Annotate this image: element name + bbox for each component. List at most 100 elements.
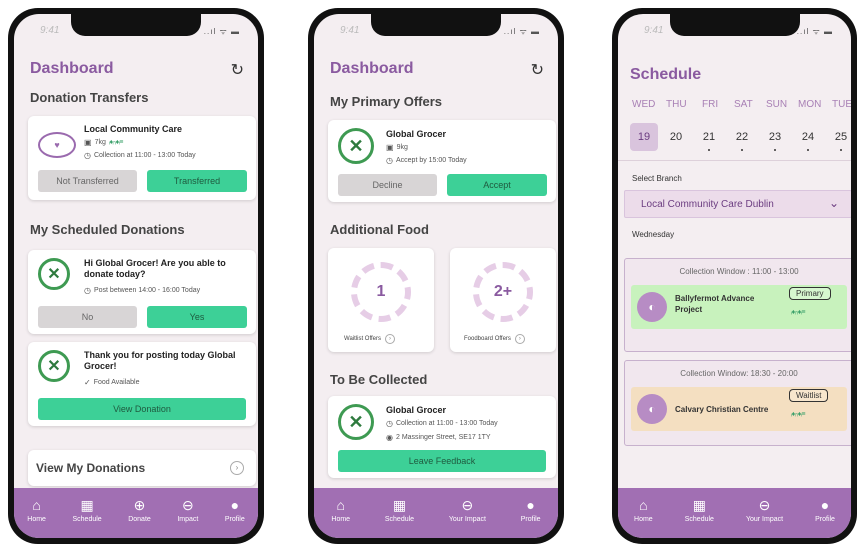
waitlist-badge: Waitlist	[789, 389, 829, 402]
tab-home[interactable]: ⌂ Home	[331, 497, 350, 523]
tab-label: Schedule	[684, 516, 714, 523]
view-my-donations-row[interactable]: View My Donations ›	[28, 450, 256, 486]
location-pin-icon: ◉	[386, 433, 393, 442]
profile-icon: ●	[230, 497, 240, 513]
tab-schedule[interactable]: ▦ Schedule	[385, 497, 414, 523]
weight: 9kg	[396, 144, 408, 151]
status-icons: ..ıl ᯤ ▬	[503, 27, 540, 36]
foodboard-label-row: Foodboard Offers ›	[464, 334, 525, 344]
section-donation-transfers: Donation Transfers	[30, 90, 149, 105]
date-21[interactable]: 21	[695, 123, 723, 151]
tab-donate[interactable]: ⊕ Donate	[128, 497, 151, 523]
tab-your-impact[interactable]: ⊖ Your Impact	[449, 497, 486, 523]
offer-name: Global Grocer	[386, 129, 447, 139]
date-25[interactable]: 25	[827, 123, 851, 151]
tab-label: Profile	[815, 516, 835, 523]
global-grocer-logo-icon: ✕	[338, 128, 374, 164]
refresh-icon[interactable]: ↻	[531, 60, 544, 80]
waitlist-offers-card[interactable]: 1 Waitlist Offers ›	[328, 248, 434, 352]
section-primary-offers: My Primary Offers	[330, 94, 442, 109]
post-time: Post between 14:00 - 16:00 Today	[93, 287, 201, 294]
chevron-down-icon: ⌄	[828, 196, 839, 210]
weekday-label: Wednesday	[632, 230, 675, 239]
notch	[371, 14, 501, 36]
event-dot	[708, 149, 710, 151]
tab-profile[interactable]: ● Profile	[521, 497, 541, 523]
no-button[interactable]: No	[38, 306, 137, 328]
collection-line: ◷ Collection at 11:00 - 13:00 Today	[386, 419, 498, 428]
waitlist-count: 1	[351, 262, 411, 322]
profile-icon: ●	[820, 497, 830, 513]
waitlist-label-row: Waitlist Offers ›	[344, 334, 396, 344]
tab-label: Your Impact	[745, 516, 784, 523]
status-icons: ..ıl ᯤ ▬	[796, 27, 833, 36]
weight: 7kg	[94, 139, 106, 146]
tab-label: Schedule	[72, 516, 102, 523]
tab-schedule[interactable]: ▦ Schedule	[685, 497, 714, 523]
date-24[interactable]: 24	[794, 123, 822, 151]
page-title: Dashboard	[330, 60, 414, 77]
refresh-icon[interactable]: ↻	[231, 60, 244, 80]
tab-profile[interactable]: ● Profile	[225, 497, 245, 523]
view-my-donations-label: View My Donations	[36, 461, 146, 475]
accept-by: Accept by 15:00 Today	[395, 157, 467, 164]
collection-time: Collection at 11:00 - 13:00 Today	[395, 420, 498, 427]
decline-button[interactable]: Decline	[338, 174, 437, 196]
check-circle-icon: ✓	[84, 378, 91, 387]
bag-icon: ▣	[386, 143, 394, 152]
impact-icon: ⊖	[181, 497, 194, 513]
yes-button[interactable]: Yes	[147, 306, 247, 328]
clock-icon: ◷	[84, 151, 91, 160]
tab-label: Your Impact	[448, 516, 486, 523]
page-title: Dashboard	[30, 60, 114, 77]
view-donation-button[interactable]: View Donation	[38, 398, 246, 420]
section-additional-food: Additional Food	[330, 222, 429, 237]
address: 2 Massinger Street, SE17 1TY	[395, 434, 491, 441]
accept-by-line: ◷ Accept by 15:00 Today	[386, 156, 467, 165]
food-available: Food Available	[93, 379, 140, 386]
tab-schedule[interactable]: ▦ Schedule	[72, 497, 101, 523]
global-grocer-logo-icon: ✕	[38, 258, 70, 290]
leave-feedback-button[interactable]: Leave Feedback	[338, 450, 546, 472]
tab-label: Home	[634, 516, 653, 523]
waitlist-label: Waitlist Offers	[344, 336, 382, 342]
date-22[interactable]: 22	[728, 123, 756, 151]
tab-home[interactable]: ⌂ Home	[27, 497, 46, 523]
tab-your-impact[interactable]: ⊖ Your Impact	[746, 497, 783, 523]
date-20[interactable]: 20	[662, 123, 690, 151]
tab-profile[interactable]: ● Profile	[815, 497, 835, 523]
plus-circle-icon: ⊕	[133, 497, 146, 513]
collection-window-1: Collection Window : 11:00 - 13:00 ◐ Ball…	[624, 258, 851, 352]
transferred-button[interactable]: Transferred	[147, 170, 247, 192]
status-time: 9:41	[644, 25, 664, 36]
status-time: 9:41	[340, 25, 360, 36]
date-19[interactable]: 19	[630, 123, 658, 151]
accept-button[interactable]: Accept	[447, 174, 547, 196]
waitlist-assignment-card[interactable]: ◐ Calvary Christian Centre Waitlist ᵢ♦ᵢ-…	[631, 387, 847, 431]
foodboard-offers-card[interactable]: 2+ Foodboard Offers ›	[450, 248, 556, 352]
tab-bar: ⌂ Home ▦ Schedule ⊖ Your Impact ● Profile	[618, 488, 851, 538]
select-branch-label: Select Branch	[632, 174, 682, 183]
ask-title: Hi Global Grocer! Are you able to donate…	[84, 258, 226, 279]
chevron-right-icon: ›	[230, 461, 244, 475]
primary-assignment-card[interactable]: ◐ Ballyfermot Advance Project Primary ᵢ♦…	[631, 285, 847, 329]
offer-card: ✕ Global Grocer ▣ 9kg ◷ Accept by 15:00 …	[328, 120, 556, 202]
impact-icon: ⊖	[758, 497, 771, 513]
tab-home[interactable]: ⌂ Home	[634, 497, 653, 523]
tab-impact[interactable]: ⊖ Impact	[177, 497, 198, 523]
screen: 9:41 ..ıl ᯤ ▬ Dashboard ↻ My Primary Off…	[314, 14, 558, 538]
section-scheduled-donations: My Scheduled Donations	[30, 222, 185, 237]
collection-window-2: Collection Window: 18:30 - 20:00 ◐ Calva…	[624, 360, 851, 446]
tab-label: Impact	[177, 516, 199, 523]
window-label: Collection Window : 11:00 - 13:00	[679, 267, 799, 276]
not-transferred-button[interactable]: Not Transferred	[38, 170, 137, 192]
home-icon: ⌂	[32, 497, 41, 513]
branch-select[interactable]: Local Community Care Dublin ⌄	[624, 190, 851, 218]
collect-card: ✕ Global Grocer ◷ Collection at 11:00 - …	[328, 396, 556, 478]
date-23[interactable]: 23	[761, 123, 789, 151]
people-icon: ᵢ♦ᵢ-ᵢ♦ᵢ≡	[791, 411, 805, 418]
page-title: Schedule	[630, 66, 702, 83]
event-dot	[840, 149, 842, 151]
thanks-title: Thank you for posting today Global Groce…	[84, 350, 236, 371]
post-line: ◷ Post between 14:00 - 16:00 Today	[84, 286, 200, 295]
